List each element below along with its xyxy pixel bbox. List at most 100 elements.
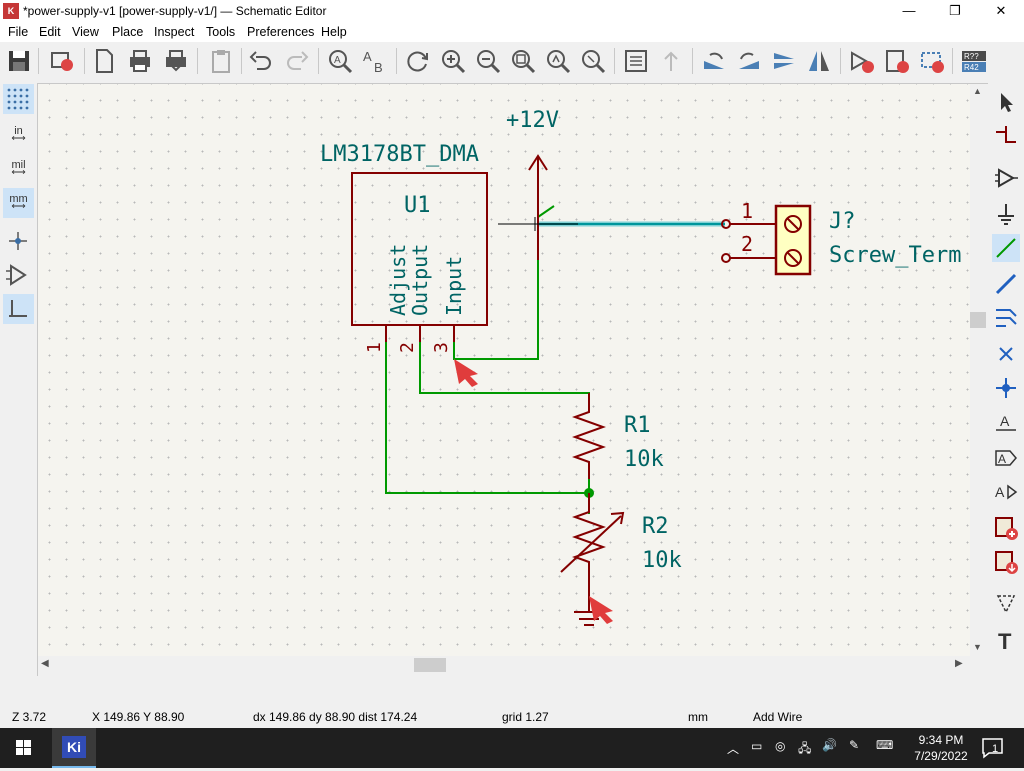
grid-toggle-button[interactable] <box>3 84 34 114</box>
notification-center-button[interactable]: 1 <box>980 736 1006 760</box>
add-sheet-button[interactable] <box>992 514 1020 542</box>
svg-text:A: A <box>998 452 1006 466</box>
kicad-app-icon: K <box>3 3 19 19</box>
hierarchy-navigator-button[interactable] <box>622 47 650 75</box>
add-wire-button[interactable] <box>992 234 1020 262</box>
add-power-button[interactable] <box>992 200 1020 228</box>
menu-place[interactable]: Place <box>112 25 143 39</box>
add-graphic-line-button[interactable] <box>992 590 1020 618</box>
find-button[interactable]: A <box>326 47 354 75</box>
footprint-editor-button[interactable] <box>918 47 946 75</box>
menu-view[interactable]: View <box>72 25 99 39</box>
refresh-button[interactable] <box>404 47 432 75</box>
mirror-vertical-button[interactable] <box>770 47 798 75</box>
page-settings-button[interactable] <box>90 47 118 75</box>
svg-text:T: T <box>998 629 1012 654</box>
undo-button[interactable] <box>247 47 275 75</box>
symbol-browser-button[interactable] <box>883 47 911 75</box>
connector-pin1-label: 1 <box>741 199 754 223</box>
taskbar-kicad-app[interactable]: Ki <box>52 728 96 768</box>
horizontal-scroll-thumb[interactable] <box>414 658 446 672</box>
redo-button[interactable] <box>283 47 311 75</box>
save-button[interactable] <box>5 47 33 75</box>
units-mils-button[interactable]: mil ⟷ <box>3 154 34 184</box>
zoom-in-button[interactable] <box>439 47 467 75</box>
status-grid: grid 1.27 <box>502 710 549 724</box>
hidden-pins-button[interactable] <box>3 260 34 290</box>
find-replace-button[interactable]: AB <box>361 47 389 75</box>
vertical-scrollbar[interactable]: ▲ ▼ <box>970 84 986 656</box>
horizontal-scrollbar[interactable]: ◀ ▶ <box>38 656 970 674</box>
import-sheet-pin-button[interactable] <box>992 548 1020 576</box>
r1-resistor <box>572 393 606 479</box>
annotate-button[interactable]: R?? R42 <box>960 47 988 75</box>
status-cursor-coords: X 149.86 Y 88.90 <box>92 710 185 724</box>
add-no-connect-button[interactable] <box>992 340 1020 368</box>
r1-value-label: 10k <box>624 447 664 472</box>
svg-text:B: B <box>374 60 383 75</box>
schematic-canvas[interactable]: LM3178BT_DMA U1 +12V Adjust Output Input… <box>38 84 970 656</box>
add-symbol-button[interactable] <box>992 164 1020 192</box>
zoom-fit-button[interactable] <box>509 47 537 75</box>
menu-help[interactable]: Help <box>321 25 347 39</box>
cursor-crosshair-button[interactable] <box>3 226 34 256</box>
tray-pen-icon[interactable]: ✎ <box>849 738 859 752</box>
schematic-setup-button[interactable] <box>49 47 77 75</box>
tray-clock-date[interactable]: 7/29/2022 <box>908 749 974 763</box>
add-hierarchical-label-button[interactable]: A <box>992 478 1020 506</box>
right-toolbar: A A A T <box>988 80 1024 676</box>
menu-inspect[interactable]: Inspect <box>154 25 194 39</box>
menu-preferences[interactable]: Preferences <box>247 25 314 39</box>
scroll-up-arrow[interactable]: ▲ <box>973 86 982 96</box>
close-button[interactable]: ✕ <box>978 0 1024 22</box>
scroll-right-arrow[interactable]: ▶ <box>955 658 963 669</box>
start-button[interactable] <box>0 728 48 768</box>
add-label-button[interactable]: A <box>992 408 1020 436</box>
menu-tools[interactable]: Tools <box>206 25 235 39</box>
menu-edit[interactable]: Edit <box>39 25 61 39</box>
paste-button[interactable] <box>207 47 235 75</box>
add-bus-entry-button[interactable] <box>992 304 1020 332</box>
scroll-left-arrow[interactable]: ◀ <box>41 658 49 669</box>
zoom-objects-button[interactable] <box>544 47 572 75</box>
tray-chevron-icon[interactable]: ︿ <box>727 740 739 757</box>
tray-clock-time[interactable]: 9:34 PM <box>908 733 974 747</box>
tray-device-icon[interactable]: ◎ <box>775 739 785 753</box>
menu-file[interactable]: File <box>8 25 28 39</box>
u1-ref-label: U1 <box>404 193 431 218</box>
scroll-down-arrow[interactable]: ▼ <box>973 642 982 652</box>
tray-network-icon[interactable]: 🖧 <box>798 739 811 760</box>
tray-volume-icon[interactable]: 🔊 <box>822 738 837 752</box>
units-mm-button[interactable]: mm ⟷ <box>3 188 34 218</box>
add-text-button[interactable]: T <box>992 626 1020 654</box>
add-global-label-button[interactable]: A <box>992 444 1020 472</box>
windows-taskbar: Ki ︿ ▭ ◎ 🖧 🔊 ✎ ⌨ 9:34 PM 7/29/2022 1 <box>0 728 1024 768</box>
symbol-editor-button[interactable] <box>848 47 876 75</box>
plot-button[interactable] <box>162 47 190 75</box>
add-junction-button[interactable] <box>992 374 1020 402</box>
tray-keyboard-icon[interactable]: ⌨ <box>876 738 893 752</box>
restore-button[interactable]: ❐ <box>932 0 978 22</box>
connector-ref-label: J? <box>829 209 856 234</box>
rotate-cw-button[interactable] <box>735 47 763 75</box>
highlight-net-button[interactable] <box>992 122 1020 150</box>
print-button[interactable] <box>126 47 154 75</box>
svg-text:A: A <box>1000 413 1010 429</box>
mirror-horizontal-button[interactable] <box>805 47 833 75</box>
status-bar: Z 3.72 X 149.86 Y 88.90 dx 149.86 dy 88.… <box>0 676 1024 728</box>
zoom-out-button[interactable] <box>474 47 502 75</box>
add-bus-button[interactable] <box>992 270 1020 298</box>
select-tool-button[interactable] <box>992 88 1020 116</box>
r1-ref-label: R1 <box>624 413 651 438</box>
leave-sheet-button[interactable] <box>657 47 685 75</box>
close-icon: ✕ <box>995 3 1007 18</box>
zoom-tool-button[interactable] <box>579 47 607 75</box>
rotate-ccw-button[interactable] <box>700 47 728 75</box>
vertical-scroll-thumb[interactable] <box>970 312 986 328</box>
tray-battery-icon[interactable]: ▭ <box>751 739 762 753</box>
orthogonal-lines-button[interactable] <box>3 294 34 324</box>
svg-text:A: A <box>995 484 1005 500</box>
left-toolbar: in ⟷ mil ⟷ mm ⟷ <box>0 80 36 676</box>
units-inches-button[interactable]: in ⟷ <box>3 120 34 150</box>
minimize-button[interactable]: — <box>886 0 932 22</box>
